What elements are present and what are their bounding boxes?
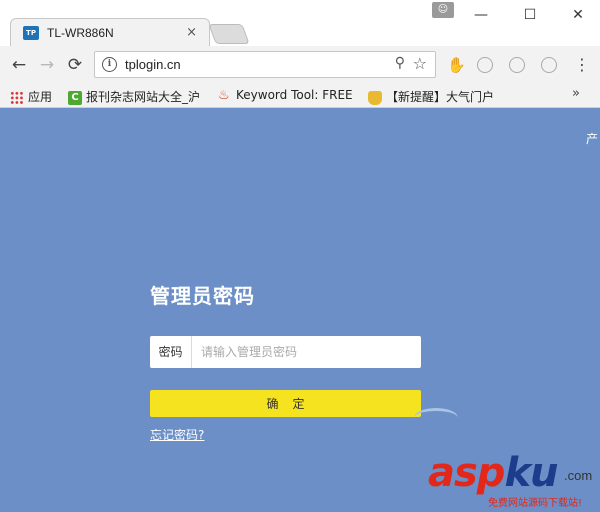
page-title: 管理员密码 [150, 284, 255, 308]
corner-text[interactable]: 产 [586, 130, 598, 147]
forgot-password-link[interactable]: 忘记密码? [150, 426, 204, 443]
flame-icon: ♨ [218, 87, 230, 103]
tab-close-icon[interactable]: × [186, 25, 197, 40]
maximize-button[interactable]: ☐ [510, 4, 550, 26]
extension-circle-icon[interactable] [509, 57, 525, 73]
reload-icon[interactable]: ⟳ [64, 54, 86, 76]
address-url[interactable]: tplogin.cn [125, 57, 181, 72]
bookmarks-overflow-icon[interactable]: » [572, 86, 580, 101]
trophy-icon [368, 90, 382, 105]
zoom-icon[interactable]: ⚲ [395, 55, 405, 71]
extension-hand-icon[interactable]: ✋ [447, 57, 466, 73]
browser-tab[interactable]: TP TL-WR886N × [10, 18, 210, 46]
bookmark-label: 报刊杂志网站大全_沪 [86, 90, 201, 104]
site-info-icon[interactable]: i [102, 57, 117, 72]
bookmark-item[interactable]: C 报刊杂志网站大全_沪 [68, 88, 201, 105]
window-title-bar: TP TL-WR886N × ☺ — ☐ ✕ [0, 0, 600, 46]
password-field: 密码 [150, 336, 421, 368]
bookmark-item[interactable]: ♨ Keyword Tool: FREE [218, 88, 353, 104]
apps-grid-icon [10, 90, 24, 105]
bookmark-star-icon[interactable]: ☆ [413, 54, 427, 73]
browser-toolbar: ← → ⟳ i tplogin.cn ⚲ ☆ ✋ ⋮ [0, 46, 600, 84]
bookmark-item[interactable]: 【新提醒】大气门户 [368, 88, 495, 105]
green-c-icon: C [68, 90, 82, 105]
forward-icon[interactable]: → [36, 54, 58, 76]
extension-circle-icon[interactable] [541, 57, 557, 73]
back-icon[interactable]: ← [8, 54, 30, 76]
watermark-brand: aspku [428, 450, 559, 496]
confirm-button[interactable]: 确定 [150, 390, 421, 417]
decorative-arc [414, 408, 458, 428]
tp-link-favicon-icon: TP [23, 26, 39, 40]
bookmarks-bar: 应用 C 报刊杂志网站大全_沪 ♨ Keyword Tool: FREE 【新提醒】… [0, 84, 600, 108]
password-label: 密码 [150, 336, 192, 368]
password-input[interactable] [193, 336, 419, 368]
tab-title: TL-WR886N [47, 26, 114, 40]
bookmark-label: Keyword Tool: FREE [236, 88, 353, 102]
bookmark-apps[interactable]: 应用 [10, 88, 53, 105]
minimize-button[interactable]: — [461, 4, 501, 26]
profile-icon[interactable]: ☺ [432, 2, 454, 18]
bookmark-label: 【新提醒】大气门户 [386, 90, 495, 104]
new-tab-button[interactable] [208, 24, 250, 44]
address-bar[interactable]: i tplogin.cn ⚲ ☆ [94, 51, 436, 78]
close-window-button[interactable]: ✕ [558, 4, 598, 26]
browser-menu-icon[interactable]: ⋮ [574, 54, 590, 76]
bookmark-label: 应用 [28, 90, 53, 104]
watermark-tagline: 免费网站源码下载站! [488, 498, 583, 509]
extension-shield-icon[interactable] [477, 57, 493, 73]
watermark-domain: .com [564, 468, 593, 483]
aspku-watermark-logo: aspku .com 免费网站源码下载站! [428, 450, 600, 512]
